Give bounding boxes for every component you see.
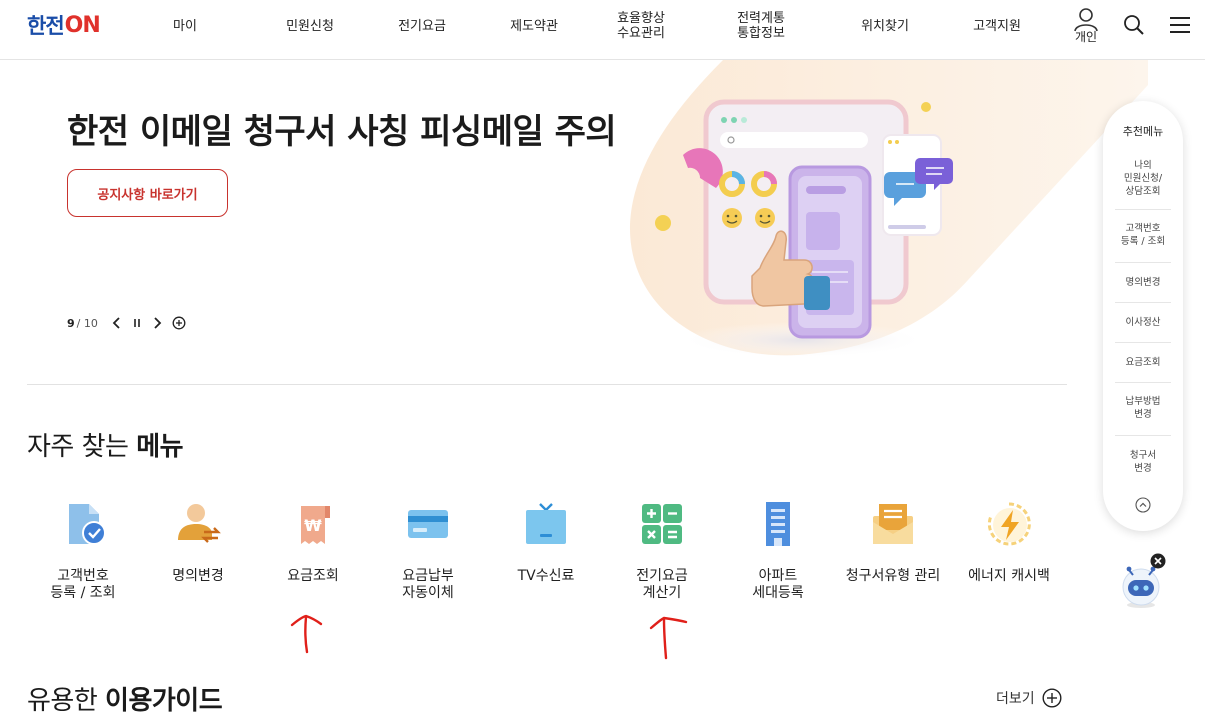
personal-label: 개인: [1074, 30, 1098, 44]
view-all-slides-button[interactable]: [172, 316, 186, 330]
kepco-on-logo[interactable]: 한전 ON: [27, 12, 101, 39]
personal-toggle[interactable]: 개인: [1070, 6, 1102, 46]
nav-civil-request[interactable]: 민원신청: [270, 10, 350, 42]
prev-slide-button[interactable]: [112, 317, 122, 329]
red-annotation-arrow: [649, 616, 688, 660]
frequent-menu-title: 자주 찾는 메뉴: [27, 426, 184, 463]
red-annotation-arrow: [290, 614, 323, 654]
menu-label: TV수신료: [517, 568, 575, 584]
search-icon: [1124, 15, 1144, 35]
calculator-icon: [642, 504, 682, 544]
nav-my[interactable]: 마이: [160, 10, 210, 42]
logo-on-text: ON: [64, 12, 101, 38]
next-slide-button[interactable]: [152, 317, 162, 329]
menu-button[interactable]: [1168, 14, 1192, 40]
quick-item-customer-number[interactable]: 고객번호 등록 / 조회: [1115, 214, 1171, 256]
menu-label: 전기요금 계산기: [636, 568, 688, 601]
quick-divider: [1115, 302, 1171, 303]
logo-text: 한전: [27, 14, 65, 38]
person-change-icon: [178, 504, 221, 543]
search-button[interactable]: [1122, 13, 1146, 41]
more-button[interactable]: 더보기: [996, 688, 1062, 708]
pause-slide-button[interactable]: [132, 317, 142, 329]
menu-label: 요금납부 자동이체: [402, 568, 454, 601]
quick-item-bill-change[interactable]: 청구서 변경: [1115, 441, 1171, 483]
notice-shortcut-button[interactable]: 공지사항 바로가기: [67, 169, 228, 217]
nav-location[interactable]: 위치찾기: [845, 10, 925, 42]
chevron-up-circle-icon: [1135, 497, 1151, 513]
envelope-icon: [873, 504, 913, 544]
quick-divider: [1115, 262, 1171, 263]
section-divider: [27, 384, 1067, 385]
more-label: 더보기: [996, 691, 1035, 707]
nav-grid-info[interactable]: 전력계통 통합정보: [721, 10, 801, 42]
menu-label: 청구서유형 관리: [845, 568, 941, 584]
hamburger-menu-icon: [1170, 17, 1190, 33]
nav-support[interactable]: 고객지원: [957, 10, 1037, 42]
tv-icon: [526, 503, 566, 544]
menu-label: 요금조회: [287, 568, 339, 584]
quick-divider: [1115, 382, 1171, 383]
menu-label: 아파트 세대등록: [752, 568, 804, 601]
nav-terms[interactable]: 제도약관: [494, 10, 574, 42]
slider-pager: 9 / 10: [67, 316, 186, 330]
hero-illustration: [629, 60, 1148, 358]
chevron-left-icon: [112, 317, 120, 329]
quick-item-my-civil[interactable]: 나의 민원신청/ 상담조회: [1115, 151, 1171, 205]
plus-circle-icon: [172, 316, 186, 330]
scroll-top-button[interactable]: [1135, 497, 1151, 517]
svg-text:₩: ₩: [304, 516, 322, 535]
pager-current: 9: [67, 316, 75, 330]
site-header: 한전 ON 마이 민원신청 전기요금 제도약관 효율향상 수요관리 전력계통 통…: [0, 0, 1205, 60]
pause-icon: [134, 319, 140, 327]
guide-title-bold: 이용가이드: [105, 686, 223, 716]
chevron-right-icon: [154, 317, 162, 329]
quick-item-payment-method[interactable]: 납부방법 변경: [1115, 387, 1171, 429]
menu-label: 명의변경: [172, 568, 224, 584]
won-receipt-icon: ₩: [301, 506, 330, 544]
frequent-title-plain: 자주 찾는: [27, 432, 137, 462]
chatbot-button[interactable]: [1117, 553, 1169, 609]
credit-card-icon: [408, 510, 448, 538]
menu-label: 고객번호 등록 / 조회: [50, 568, 116, 601]
pager-total: / 10: [76, 316, 98, 330]
document-check-icon: [69, 504, 106, 545]
recommended-quick-menu: 추천메뉴 나의 민원신청/ 상담조회 고객번호 등록 / 조회 명의변경 이사정…: [1103, 101, 1183, 531]
quick-divider: [1115, 435, 1171, 436]
close-icon[interactable]: [1150, 553, 1166, 569]
menu-label: 에너지 캐시백: [968, 568, 1050, 584]
nav-efficiency[interactable]: 효율향상 수요관리: [601, 10, 681, 42]
hero-title: 한전 이메일 청구서 사칭 피싱메일 주의: [67, 112, 617, 152]
energy-cashback-icon: [987, 502, 1031, 546]
plus-circle-icon: [1042, 688, 1062, 708]
guide-title-plain: 유용한: [27, 686, 106, 716]
usage-guide-title: 유용한 이용가이드: [27, 680, 223, 717]
quick-item-bill-inquiry[interactable]: 요금조회: [1115, 346, 1171, 378]
quick-item-name-change[interactable]: 명의변경: [1115, 266, 1171, 298]
quick-divider: [1115, 209, 1171, 210]
quick-item-move-settlement[interactable]: 이사정산: [1115, 306, 1171, 338]
quick-menu-title: 추천메뉴: [1122, 125, 1164, 138]
nav-electric-bill[interactable]: 전기요금: [382, 10, 462, 42]
frequent-title-bold: 메뉴: [136, 432, 184, 462]
quick-divider: [1115, 342, 1171, 343]
apartment-icon: [766, 502, 790, 546]
